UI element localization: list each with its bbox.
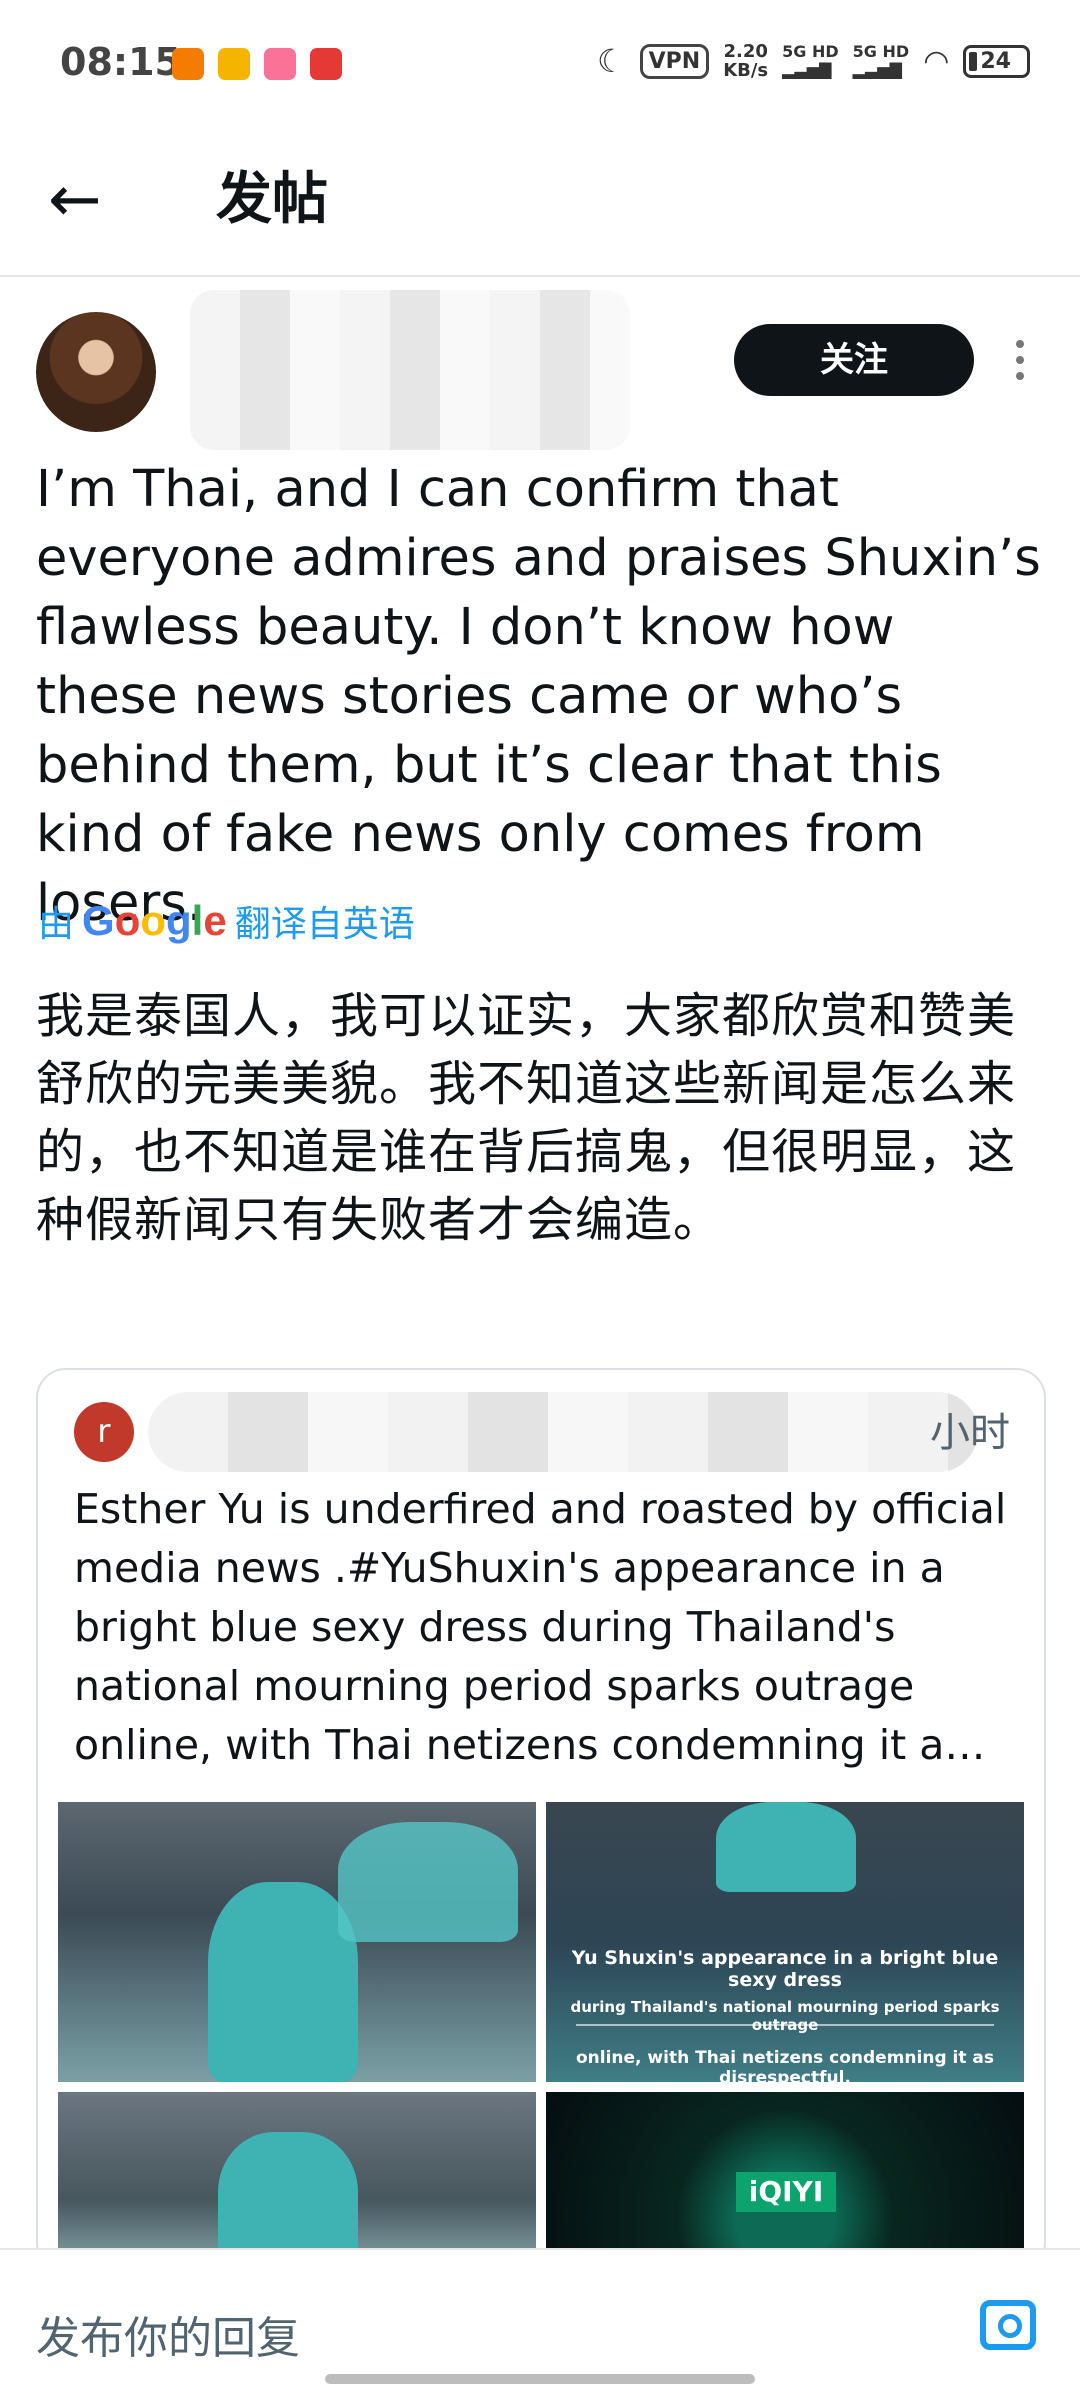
translation-notice[interactable]: 由 Google 翻译自英语 <box>38 895 415 947</box>
top-bar: ← 发帖 <box>0 130 1080 277</box>
signal-2: 5G HD ▂▃▅▇ <box>852 42 910 79</box>
signal-2-label: 5G HD <box>852 42 910 61</box>
translate-suffix: 翻译自英语 <box>234 904 415 945</box>
quoted-post-card[interactable]: r 小时 Esther Yu is underfired and roasted… <box>36 1368 1046 2272</box>
status-right: ☾ VPN 2.20 KB/s 5G HD ▂▃▅▇ 5G HD ▂▃▅▇ ◠ 24 <box>597 42 1030 80</box>
app-notification-icon <box>172 48 204 80</box>
figure-shape <box>716 1802 856 1892</box>
image-caption-3: online, with Thai netizens condemning it… <box>575 2048 995 2082</box>
signal-1: 5G HD ▂▃▅▇ <box>782 42 839 79</box>
author-name-redacted <box>190 290 630 450</box>
reply-input[interactable]: 发布你的回复 <box>36 2302 300 2366</box>
camera-icon[interactable] <box>980 2300 1036 2350</box>
media-image-3[interactable] <box>58 2092 536 2270</box>
google-logo: Google <box>82 897 227 944</box>
iqiyi-logo: iQIYI <box>736 2172 836 2212</box>
home-indicator[interactable] <box>325 2374 755 2384</box>
figure-shape <box>208 1882 358 2082</box>
media-grid: Yu Shuxin's appearance in a bright blue … <box>58 1802 1024 2270</box>
wifi-icon: ◠ <box>923 43 950 79</box>
reply-bar: 发布你的回复 <box>0 2248 1080 2402</box>
page-title: 发帖 <box>216 167 328 232</box>
status-time: 08:15 <box>60 40 181 84</box>
quoted-text: Esther Yu is underfired and roasted by o… <box>74 1485 1007 1769</box>
translated-text: 我是泰国人，我可以证实，大家都欣赏和赞美舒欣的完美美貌。我不知道这些新闻是怎么来… <box>36 988 1017 1248</box>
media-image-4[interactable]: iQIYI <box>546 2092 1024 2270</box>
status-app-icons <box>172 48 342 80</box>
status-bar: 08:15 ☾ VPN 2.20 KB/s 5G HD ▂▃▅▇ 5G HD ▂▃▅▇… <box>0 0 1080 130</box>
media-image-2[interactable]: Yu Shuxin's appearance in a bright blue … <box>546 1802 1024 2082</box>
post-text: I’m Thai, and I can confirm that everyon… <box>36 460 1041 933</box>
bilibili-icon <box>264 48 296 80</box>
media-image-1[interactable] <box>58 1802 536 2082</box>
moon-icon: ☾ <box>596 42 626 80</box>
vpn-badge: VPN <box>639 43 710 79</box>
quoted-avatar: r <box>74 1402 134 1462</box>
battery-icon: 24 <box>963 44 1030 78</box>
network-speed: 2.20 KB/s <box>723 42 768 80</box>
scarf-shape <box>338 1822 518 1942</box>
author-avatar[interactable] <box>36 312 156 432</box>
image-caption-2: during Thailand's national mourning peri… <box>570 1998 1000 2034</box>
caption-divider <box>576 2024 994 2026</box>
image-caption-1: Yu Shuxin's appearance in a bright blue … <box>571 1947 999 1991</box>
follow-button[interactable]: 关注 <box>734 324 974 396</box>
xiaohongshu-icon <box>310 48 342 80</box>
translate-prefix: 由 <box>38 904 75 945</box>
more-options-icon[interactable] <box>1010 340 1030 384</box>
weibo-icon <box>218 48 250 80</box>
signal-1-label: 5G HD <box>782 42 839 61</box>
back-arrow-icon[interactable]: ← <box>48 160 128 240</box>
quoted-author-redacted <box>148 1392 978 1472</box>
battery-level: 24 <box>980 48 1011 74</box>
quoted-timestamp: 小时 <box>930 1410 1010 1456</box>
speed-unit: KB/s <box>723 60 769 81</box>
speed-value: 2.20 <box>723 41 768 62</box>
